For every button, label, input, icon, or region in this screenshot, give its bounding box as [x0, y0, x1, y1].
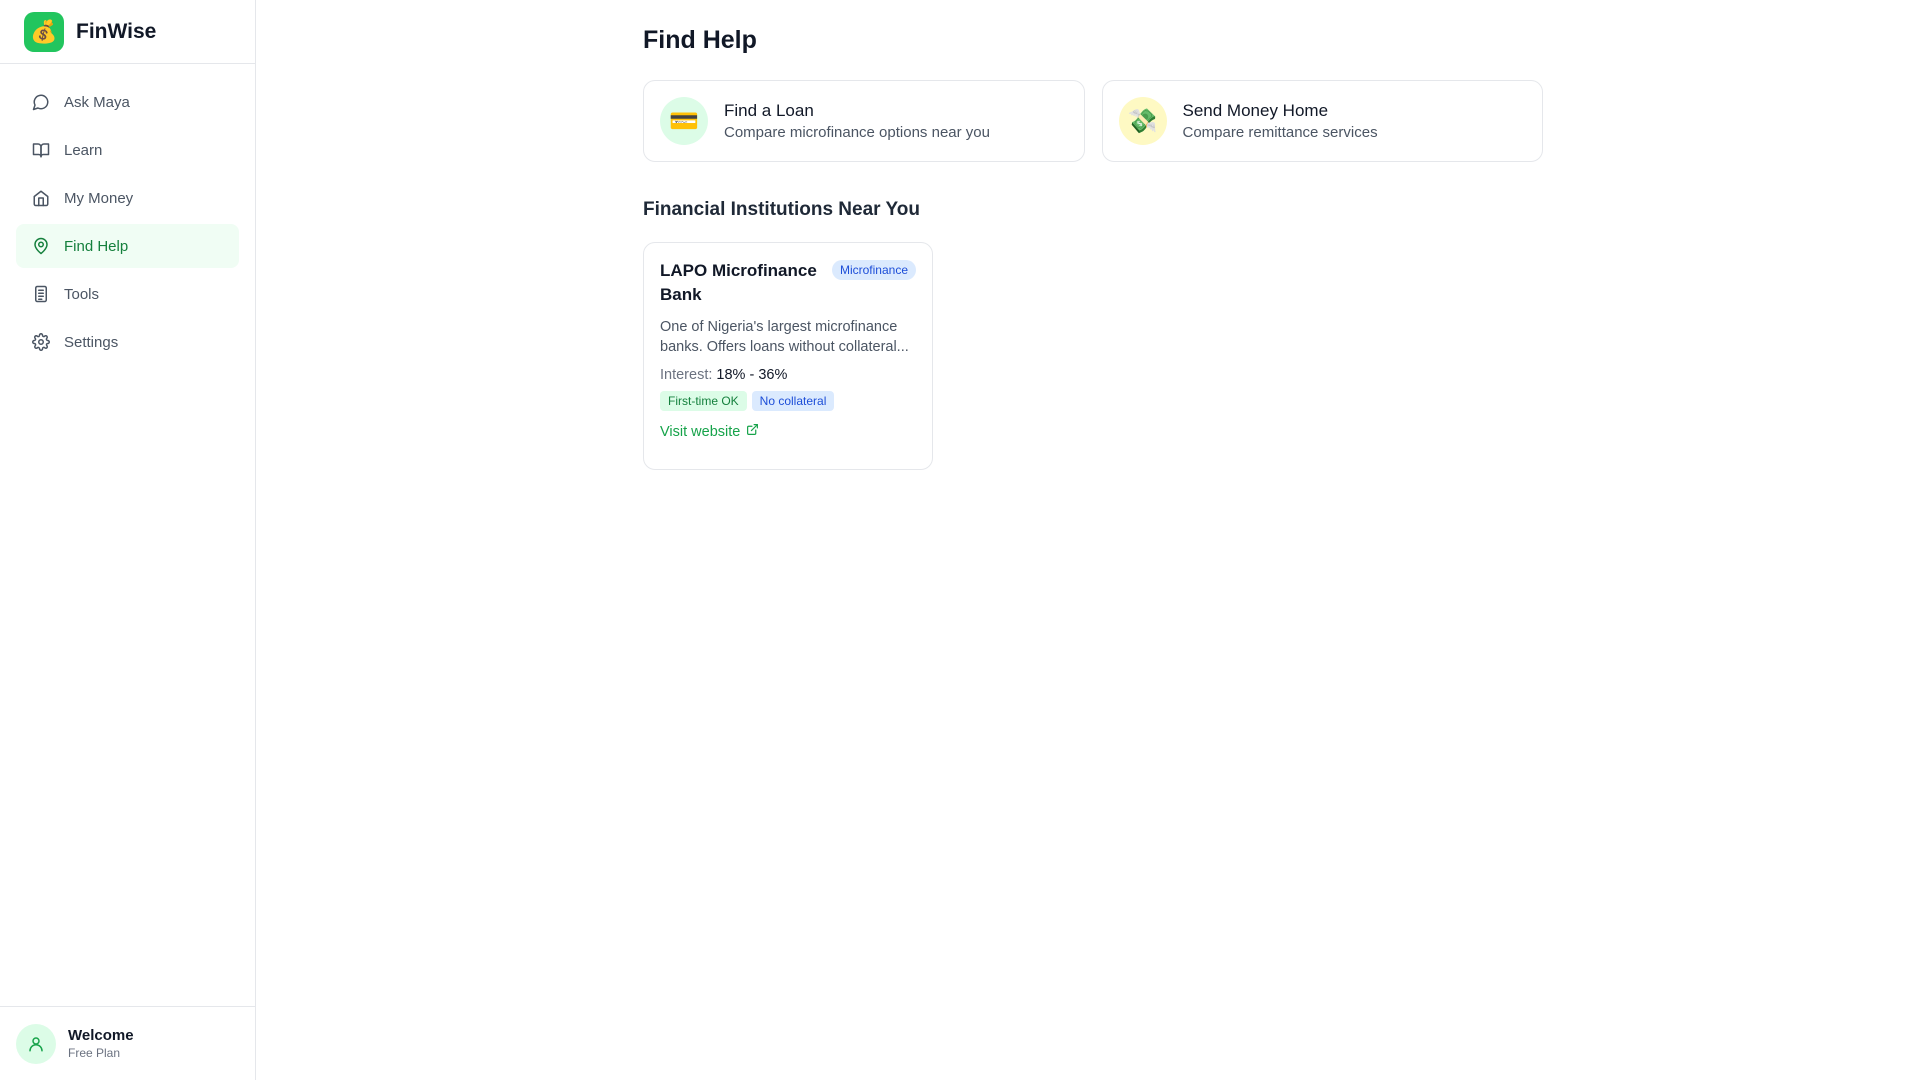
page-title: Find Help	[643, 26, 757, 54]
user-name: Welcome	[68, 1027, 134, 1044]
gear-icon	[32, 333, 50, 351]
visit-website-label: Visit website	[660, 423, 741, 440]
calculator-icon	[32, 285, 50, 303]
brand-name: FinWise	[76, 19, 157, 43]
chat-bubble-icon	[32, 93, 50, 111]
home-icon	[32, 189, 50, 207]
credit-card-icon: 💳	[660, 97, 708, 145]
institution-tags: First-time OK No collateral	[660, 391, 916, 411]
visit-website-link[interactable]: Visit website	[660, 423, 916, 440]
action-subtitle: Compare microfinance options near you	[724, 124, 990, 141]
sidebar-item-label: Find Help	[64, 237, 129, 255]
user-icon	[16, 1023, 56, 1064]
book-icon	[32, 141, 50, 159]
send-money-card[interactable]: 💸 Send Money Home Compare remittance ser…	[1101, 80, 1543, 162]
interest-rate: Interest: 18% - 36%	[660, 367, 916, 383]
interest-label: Interest:	[660, 367, 713, 383]
money-bag-icon: 💰	[24, 11, 64, 52]
sidebar-item-label: Ask Maya	[64, 93, 130, 111]
interest-value: 18% - 36%	[716, 367, 788, 383]
action-title: Send Money Home	[1182, 101, 1329, 120]
external-link-icon	[746, 423, 759, 440]
money-wings-icon: 💸	[1118, 97, 1167, 145]
action-title: Find a Loan	[724, 101, 814, 120]
quick-actions: 💳 Find a Loan Compare microfinance optio…	[643, 80, 1543, 162]
tag-first-time: First-time OK	[660, 391, 747, 411]
sidebar-item-ask-maya[interactable]: Ask Maya	[16, 80, 239, 124]
user-plan: Free Plan	[68, 1046, 121, 1060]
sidebar-item-learn[interactable]: Learn	[16, 128, 239, 172]
sidebar-item-find-help[interactable]: Find Help	[16, 224, 239, 268]
institution-description: One of Nigeria's largest microfinance ba…	[660, 319, 909, 355]
action-subtitle: Compare remittance services	[1182, 124, 1378, 141]
sidebar-item-label: My Money	[64, 189, 134, 207]
sidebar-item-my-money[interactable]: My Money	[16, 176, 239, 220]
institution-type-badge: Microfinance	[831, 260, 916, 280]
sidebar: 💰 FinWise Ask Maya Learn My Money Find H…	[0, 0, 256, 1080]
brand-header: 💰 FinWise	[0, 0, 255, 64]
section-title: Financial Institutions Near You	[643, 199, 920, 220]
main-content: Find Help 💳 Find a Loan Compare microfin…	[643, 0, 1543, 470]
sidebar-item-label: Settings	[64, 333, 119, 351]
tag-no-collateral: No collateral	[751, 391, 835, 411]
institution-card: LAPO Microfinance Bank Microfinance One …	[643, 242, 933, 470]
sidebar-item-label: Tools	[64, 285, 100, 303]
user-profile[interactable]: Welcome Free Plan	[0, 1006, 256, 1080]
find-loan-card[interactable]: 💳 Find a Loan Compare microfinance optio…	[643, 80, 1085, 162]
institution-name: LAPO Microfinance Bank	[660, 261, 817, 304]
map-pin-icon	[32, 237, 50, 255]
sidebar-item-settings[interactable]: Settings	[16, 320, 239, 364]
sidebar-item-label: Learn	[64, 141, 103, 159]
sidebar-nav: Ask Maya Learn My Money Find Help Tools	[0, 64, 255, 364]
sidebar-item-tools[interactable]: Tools	[16, 272, 239, 316]
